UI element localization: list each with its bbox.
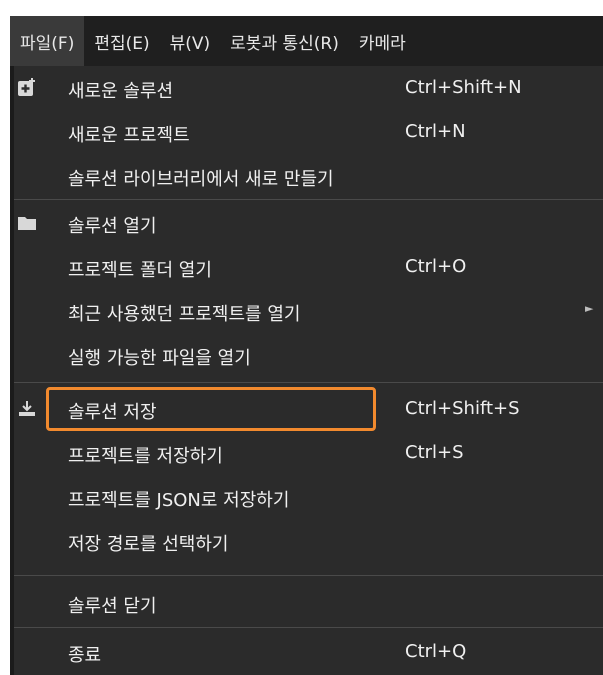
menu-item-save-project[interactable]: 프로젝트를 저장하기 Ctrl+S <box>10 431 603 475</box>
new-solution-icon <box>16 77 38 99</box>
menu-item-label: 새로운 프로젝트 <box>68 125 190 146</box>
folder-icon <box>16 212 38 234</box>
menu-item-label: 솔루션 열기 <box>68 216 157 237</box>
menu-file[interactable]: 파일(F) <box>10 16 85 66</box>
menu-bar: 파일(F) 편집(E) 뷰(V) 로봇과 통신(R) 카메라 <box>10 16 603 66</box>
application-window: 파일(F) 편집(E) 뷰(V) 로봇과 통신(R) 카메라 새로운 솔루션 C… <box>10 16 603 675</box>
menu-item-new-from-library[interactable]: 솔루션 라이브러리에서 새로 만들기 <box>10 154 603 198</box>
menu-item-label: 프로젝트를 저장하기 <box>68 446 223 467</box>
menu-item-choose-save-path[interactable]: 저장 경로를 선택하기 <box>10 519 603 563</box>
menu-item-new-solution[interactable]: 새로운 솔루션 Ctrl+Shift+N <box>10 66 603 110</box>
submenu-arrow-icon: ► <box>585 302 594 315</box>
menu-item-shortcut: Ctrl+N <box>405 121 466 142</box>
menu-item-shortcut: Ctrl+S <box>405 442 464 463</box>
menu-item-save-project-json[interactable]: 프로젝트를 JSON로 저장하기 <box>10 475 603 519</box>
menu-item-label: 프로젝트 폴더 열기 <box>68 260 212 281</box>
menu-item-new-project[interactable]: 새로운 프로젝트 Ctrl+N <box>10 110 603 154</box>
menu-separator <box>14 627 603 628</box>
menu-separator <box>14 575 603 576</box>
menu-item-shortcut: Ctrl+Q <box>405 641 467 662</box>
menu-item-shortcut: Ctrl+Shift+N <box>405 77 522 98</box>
menu-separator <box>14 382 603 383</box>
menu-item-label: 최근 사용했던 프로젝트를 열기 <box>68 304 301 325</box>
menu-item-open-project-folder[interactable]: 프로젝트 폴더 열기 Ctrl+O <box>10 245 603 289</box>
menu-item-label: 실행 가능한 파일을 열기 <box>68 348 251 369</box>
save-icon <box>16 398 38 420</box>
menu-edit[interactable]: 편집(E) <box>84 16 159 66</box>
menu-item-close-solution[interactable]: 솔루션 닫기 <box>10 581 603 625</box>
menu-item-shortcut: Ctrl+O <box>405 256 467 277</box>
menu-item-exit[interactable]: 종료 Ctrl+Q <box>10 630 603 674</box>
menu-separator <box>14 199 603 200</box>
menu-item-label: 종료 <box>68 645 102 666</box>
menu-item-open-solution[interactable]: 솔루션 열기 <box>10 201 603 245</box>
menu-item-label: 솔루션 닫기 <box>68 596 157 617</box>
menu-item-label: 저장 경로를 선택하기 <box>68 534 229 555</box>
menu-item-shortcut: Ctrl+Shift+S <box>405 398 520 419</box>
highlight-box <box>46 387 376 431</box>
menu-item-label: 솔루션 라이브러리에서 새로 만들기 <box>68 169 334 190</box>
menu-camera[interactable]: 카메라 <box>349 16 416 66</box>
menu-item-label: 새로운 솔루션 <box>68 81 174 102</box>
menu-item-open-executable[interactable]: 실행 가능한 파일을 열기 <box>10 333 603 377</box>
menu-robot-communication[interactable]: 로봇과 통신(R) <box>220 16 349 66</box>
menu-item-open-recent[interactable]: 최근 사용했던 프로젝트를 열기 ► <box>10 289 603 333</box>
menu-item-label: 프로젝트를 JSON로 저장하기 <box>68 490 290 511</box>
menu-view[interactable]: 뷰(V) <box>160 16 221 66</box>
